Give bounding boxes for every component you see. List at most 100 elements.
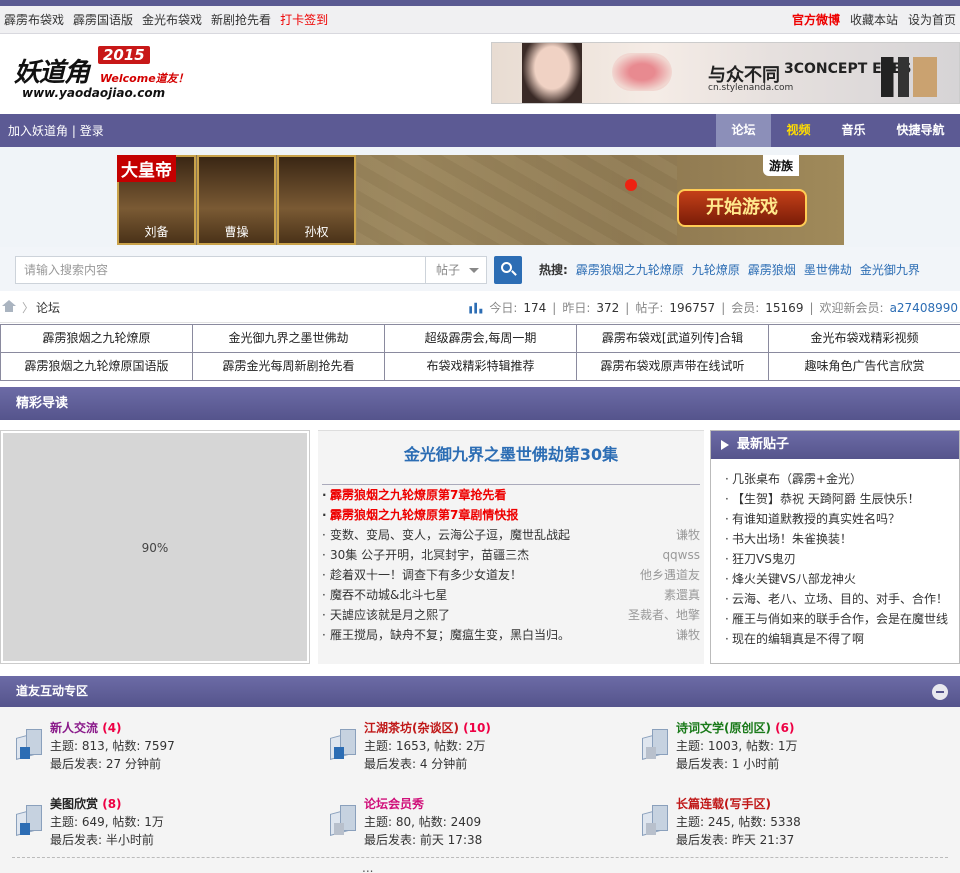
board-last-post[interactable]: 最后发表: 27 分钟前 (50, 755, 161, 772)
set-homepage-link[interactable]: 设为首页 (908, 11, 956, 28)
quick-link[interactable]: 霹雳狼烟之九轮燎原 (0, 324, 193, 353)
breadcrumb-current[interactable]: 论坛 (36, 299, 60, 316)
logo-welcome: Welcome道友！ (100, 72, 189, 85)
board-last-post[interactable]: 最后发表: 昨天 21:37 (676, 831, 794, 848)
board-last-post[interactable]: 最后发表: 4 分钟前 (364, 755, 467, 772)
forum-boards: ... 新人交流 (4) 主题: 813, 帖数: 7597 最后发表: 27 分钟… (0, 707, 960, 873)
official-weibo-link[interactable]: 官方微博 (792, 11, 840, 28)
featured-item-author[interactable]: 谦牧 (676, 625, 700, 645)
stat-posts-label: 帖子: (635, 301, 664, 315)
top-advertisement[interactable]: 与众不同 3CONCEPT EYES cn.stylenanda.com (491, 42, 960, 104)
latest-post-link[interactable]: 书大出场！朱雀换装！ (725, 529, 957, 549)
latest-post-link[interactable]: 云海、老八、立场、目的、对手、合作！ (725, 589, 957, 609)
featured-item[interactable]: 天謔应该就是月之熙了 圣裁者、地擎 (322, 605, 700, 625)
quick-link[interactable]: 金光御九界之墨世佛劫 (192, 324, 385, 353)
featured-headline[interactable]: 金光御九界之墨世佛劫第30集 (318, 441, 704, 465)
latest-post-link[interactable]: 雁王与俏如来的联手合作，会是在魔世线 (725, 609, 957, 629)
board-name-link[interactable]: 论坛会员秀 (364, 797, 424, 811)
latest-post-link[interactable]: 有谁知道默教授的真实姓名吗？ (725, 509, 957, 529)
featured-item[interactable]: 30集 公子开明，北冥封宇，苗疆三杰 qqwss (322, 545, 700, 565)
board-last-post[interactable]: 最后发表: 半小时前 (50, 831, 154, 848)
quick-link[interactable]: 霹雳布袋戏[武道列传]合辑 (576, 324, 769, 353)
board-name-link[interactable]: 江湖茶坊(杂谈区) (364, 721, 459, 735)
featured-item-title: 趁着双十一！调查下有多少女道友！ (330, 568, 523, 582)
featured-item-author[interactable]: 素還真 (664, 585, 700, 605)
hot-search-term[interactable]: 霹雳狼烟之九轮燎原 (576, 261, 684, 278)
forum-board: 论坛会员秀 主题: 80, 帖数: 2409 最后发表: 前天 17:38 (328, 791, 628, 855)
board-last-post[interactable]: 最后发表: 前天 17:38 (364, 831, 482, 848)
search-button[interactable] (494, 256, 522, 284)
stat-divider: | (809, 300, 814, 315)
top-link-pili-mandarin[interactable]: 霹雳国语版 (73, 11, 133, 28)
top-link-checkin[interactable]: 打卡签到 (280, 11, 328, 28)
tab-music[interactable]: 音乐 (826, 114, 881, 147)
featured-section-header: 精彩导读 (0, 387, 960, 420)
board-name-link[interactable]: 长篇连载(写手区) (676, 797, 771, 811)
start-game-button[interactable]: 开始游戏 (677, 189, 807, 227)
latest-post-link[interactable]: 现在的编辑真是不得了啊 (725, 629, 957, 649)
board-stats: 主题: 1653, 帖数: 2万 (364, 739, 486, 753)
featured-item[interactable]: 魔吞不动城&北斗七星 素還真 (322, 585, 700, 605)
top-link-new-episodes[interactable]: 新剧抢先看 (211, 11, 271, 28)
quick-link[interactable]: 超级霹雳会,每周一期 (384, 324, 577, 353)
tab-video[interactable]: 视频 (771, 114, 826, 147)
stat-members: 15169 (765, 300, 804, 315)
banner-map-image (357, 155, 677, 245)
featured-item-author[interactable]: qqwss (662, 545, 700, 565)
featured-item[interactable]: 霹雳狼烟之九轮燎原第7章剧情快报 (322, 505, 700, 525)
bookmark-link[interactable]: 收藏本站 (850, 11, 898, 28)
search-input[interactable]: 请输入搜索内容 (15, 256, 426, 284)
quick-link[interactable]: 趣味角色广告代言欣赏 (768, 352, 960, 381)
hot-search-term[interactable]: 九轮燎原 (692, 261, 740, 278)
quick-link[interactable]: 布袋戏精彩特辑推荐 (384, 352, 577, 381)
nav-divider: | (71, 124, 80, 138)
latest-posts-title: 最新贴子 (737, 437, 790, 452)
featured-item-author[interactable]: 他乡遇道友 (640, 565, 700, 585)
featured-slideshow[interactable]: 90% (0, 430, 310, 664)
site-logo[interactable]: 妖道角 2015 Welcome道友！ www.yaodaojiao.com (12, 40, 197, 108)
quick-link[interactable]: 霹雳狼烟之九轮燎原国语版 (0, 352, 193, 381)
latest-post-link[interactable]: 几张桌布（霹雳+金光） (725, 469, 957, 489)
quick-link[interactable]: 霹雳布袋戏原声带在线试听 (576, 352, 769, 381)
featured-item[interactable]: 变数、变局、变人，云海公子逗，魔世乱战起 谦牧 (322, 525, 700, 545)
board-name-link[interactable]: 新人交流 (50, 721, 98, 735)
board-name-link[interactable]: 美图欣赏 (50, 797, 98, 811)
collapse-icon[interactable] (932, 684, 948, 700)
join-link[interactable]: 加入妖道角 (8, 124, 68, 138)
top-link-jinguang[interactable]: 金光布袋戏 (142, 11, 202, 28)
home-icon[interactable] (2, 300, 16, 312)
featured-item[interactable]: 趁着双十一！调查下有多少女道友！ 他乡遇道友 (322, 565, 700, 585)
tab-quick-nav[interactable]: 快捷导航 (881, 114, 960, 147)
quick-link[interactable]: 霹雳金光每周新剧抢先看 (192, 352, 385, 381)
latest-posts-panel: 最新贴子 几张桌布（霹雳+金光）【生贺】恭祝 天踦阿爵 生辰快乐！有谁知道默教授… (710, 430, 960, 664)
featured-item-author[interactable]: 圣裁者、地擎 (628, 605, 700, 625)
tab-forum[interactable]: 论坛 (716, 114, 771, 147)
login-link[interactable]: 登录 (80, 124, 104, 138)
board-icon[interactable] (14, 803, 44, 837)
game-banner-ad[interactable]: 刘备 曹操 孙权 大皇帝 开始游戏 游族 (117, 155, 844, 245)
quick-link[interactable]: 金光布袋戏精彩视频 (768, 324, 960, 353)
board-icon[interactable] (14, 727, 44, 761)
hot-search-term[interactable]: 墨世佛劫 (804, 261, 852, 278)
board-last-post[interactable]: 最后发表: 1 小时前 (676, 755, 779, 772)
latest-post-link[interactable]: 烽火关键VS八部龙神火 (725, 569, 957, 589)
board-icon[interactable] (640, 803, 670, 837)
hot-search-term[interactable]: 霹雳狼烟 (748, 261, 796, 278)
top-link-pili[interactable]: 霹雳布袋戏 (4, 11, 64, 28)
featured-item[interactable]: 雁王搅局，缺舟不复；魔瘟生变，黑白当归。 谦牧 (322, 625, 700, 645)
latest-post-link[interactable]: 狂刀VS鬼刃 (725, 549, 957, 569)
breadcrumb: 〉 论坛 今日: 174 | 昨日: 372 | 帖子: 196757 | 会员: 15… (0, 291, 960, 323)
latest-post-link[interactable]: 【生贺】恭祝 天踦阿爵 生辰快乐！ (725, 489, 957, 509)
board-icon[interactable] (640, 727, 670, 761)
ad-lips-image (612, 53, 672, 91)
featured-item-author[interactable]: 谦牧 (676, 525, 700, 545)
board-name-link[interactable]: 诗词文学(原创区) (676, 721, 771, 735)
search-type-select[interactable]: 帖子 (425, 256, 487, 284)
featured-item[interactable]: 霹雳狼烟之九轮燎原第7章抢先看 (322, 485, 700, 505)
stats-chart-icon[interactable] (469, 302, 483, 314)
hero-name: 孙权 (304, 225, 329, 239)
board-icon[interactable] (328, 727, 358, 761)
hot-search-term[interactable]: 金光御九界 (860, 261, 920, 278)
board-icon[interactable] (328, 803, 358, 837)
newest-member-link[interactable]: a27408990 (890, 301, 958, 315)
